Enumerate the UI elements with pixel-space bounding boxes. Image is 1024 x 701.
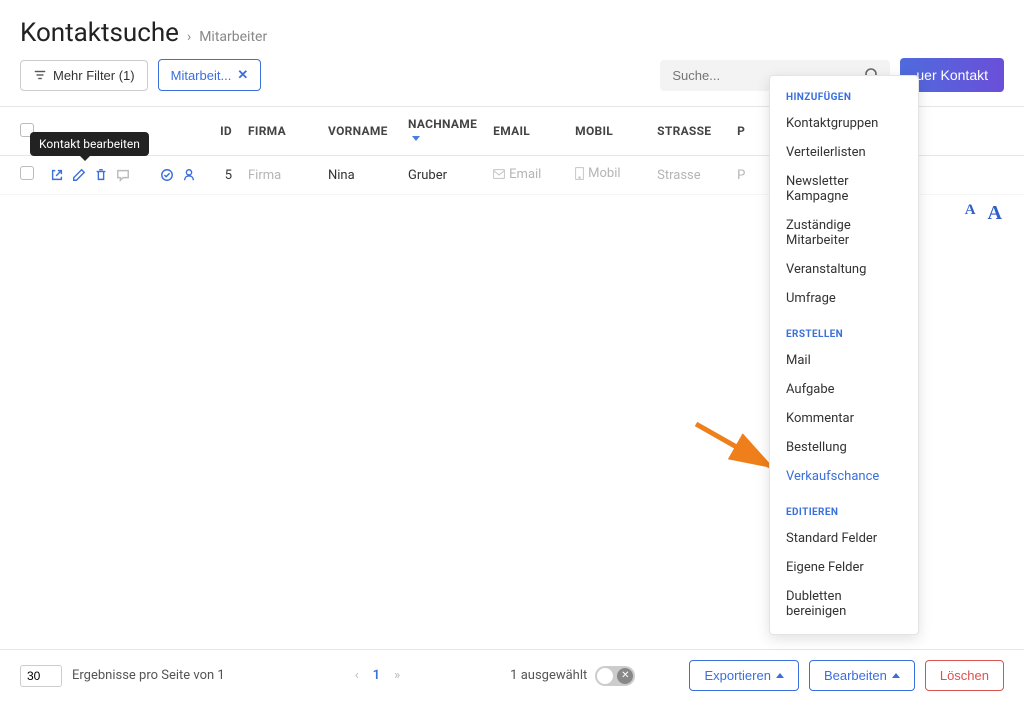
cell-mobil-placeholder[interactable]: Mobil (575, 166, 620, 181)
edit-button[interactable]: Bearbeiten (809, 660, 915, 691)
breadcrumb-item[interactable]: Mitarbeiter (199, 29, 267, 45)
edit-dropdown-menu: HINZUFÜGEN Kontaktgruppen Verteilerliste… (769, 75, 919, 635)
open-external-icon[interactable] (50, 168, 64, 182)
export-button[interactable]: Exportieren (689, 660, 798, 691)
caret-up-icon (892, 673, 900, 678)
filter-chip-label: Mitarbeit... (171, 68, 232, 83)
cell-plz-placeholder[interactable]: P (737, 168, 745, 183)
cell-nachname: Gruber (400, 156, 485, 195)
row-checkbox[interactable] (20, 166, 34, 180)
dropdown-section-erstellen: ERSTELLEN (770, 323, 918, 346)
page-size-input[interactable] (20, 665, 62, 687)
menu-item-dubletten[interactable]: Dubletten bereinigen (770, 582, 918, 626)
cell-strasse-placeholder[interactable]: Strasse (657, 168, 701, 183)
pagination: ‹ 1 » (355, 668, 400, 683)
filter-lines-icon (33, 68, 47, 82)
task-icon[interactable] (160, 168, 174, 182)
th-mobil[interactable]: MOBIL (567, 107, 649, 156)
filter-chip-mitarbeiter[interactable]: Mitarbeit... ✕ (158, 59, 262, 91)
menu-item-aufgabe[interactable]: Aufgabe (770, 375, 918, 404)
th-email[interactable]: EMAIL (485, 107, 567, 156)
font-increase-button[interactable]: A (988, 202, 1002, 225)
cell-firma-placeholder[interactable]: Firma (248, 168, 281, 183)
menu-item-umfrage[interactable]: Umfrage (770, 284, 918, 313)
menu-item-verteilerlisten[interactable]: Verteilerlisten (770, 138, 918, 167)
dropdown-section-editieren: EDITIEREN (770, 501, 918, 524)
comment-icon[interactable] (116, 168, 130, 182)
menu-item-newsletter[interactable]: Newsletter Kampagne (770, 167, 918, 211)
pagination-next[interactable]: » (394, 668, 400, 683)
page-title: Kontaktsuche (20, 18, 179, 48)
delete-button[interactable]: Löschen (925, 660, 1004, 691)
results-per-page-label: Ergebnisse pro Seite von 1 (72, 668, 225, 683)
menu-item-bestellung[interactable]: Bestellung (770, 433, 918, 462)
menu-item-kommentar[interactable]: Kommentar (770, 404, 918, 433)
menu-item-verkaufschance[interactable]: Verkaufschance (770, 462, 918, 491)
selected-count-label: 1 ausgewählt (510, 668, 587, 683)
pagination-prev[interactable]: ‹ (355, 668, 359, 683)
person-icon[interactable] (182, 168, 196, 182)
delete-icon[interactable] (94, 168, 108, 182)
cell-id: 5 (204, 156, 240, 195)
menu-item-veranstaltung[interactable]: Veranstaltung (770, 255, 918, 284)
menu-item-kontaktgruppen[interactable]: Kontaktgruppen (770, 109, 918, 138)
th-nachname[interactable]: NACHNAME (400, 107, 485, 156)
th-strasse[interactable]: STRASSE (649, 107, 729, 156)
font-decrease-button[interactable]: A (965, 202, 976, 225)
edit-icon[interactable] (72, 168, 86, 182)
close-icon[interactable]: ✕ (237, 67, 248, 83)
th-id[interactable]: ID (204, 107, 240, 156)
font-size-controls: A A (965, 202, 1002, 225)
mail-icon (493, 169, 505, 179)
selection-toggle[interactable] (595, 666, 635, 686)
breadcrumb-separator: › (187, 29, 191, 45)
menu-item-mail[interactable]: Mail (770, 346, 918, 375)
pagination-page-1[interactable]: 1 (373, 668, 380, 683)
menu-item-eigene-felder[interactable]: Eigene Felder (770, 553, 918, 582)
tooltip-edit-contact: Kontakt bearbeiten (30, 132, 149, 156)
th-firma[interactable]: FIRMA (240, 107, 320, 156)
dropdown-section-hinzufuegen: HINZUFÜGEN (770, 86, 918, 109)
more-filter-button[interactable]: Mehr Filter (1) (20, 60, 148, 91)
menu-item-mitarbeiter[interactable]: Zuständige Mitarbeiter (770, 211, 918, 255)
th-vorname[interactable]: VORNAME (320, 107, 400, 156)
mobile-icon (575, 167, 584, 180)
caret-up-icon (776, 673, 784, 678)
menu-item-standard-felder[interactable]: Standard Felder (770, 524, 918, 553)
more-filter-label: Mehr Filter (1) (53, 68, 135, 83)
cell-vorname: Nina (320, 156, 400, 195)
cell-email-placeholder[interactable]: Email (493, 167, 541, 182)
